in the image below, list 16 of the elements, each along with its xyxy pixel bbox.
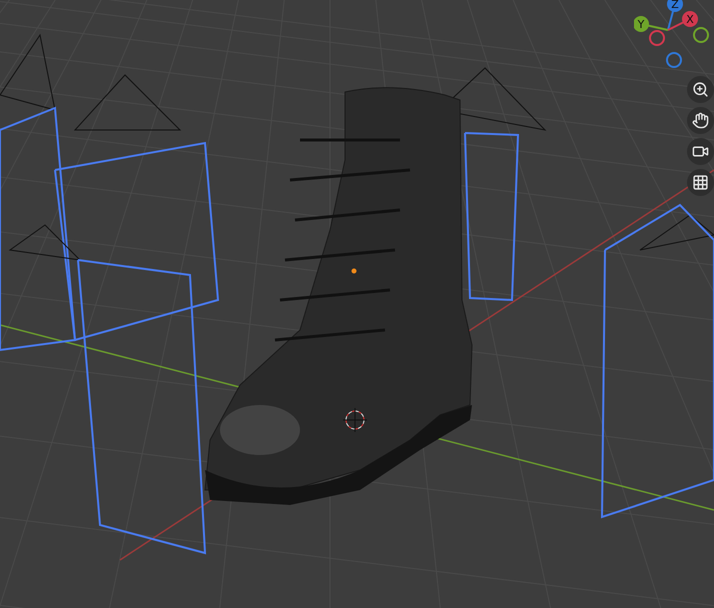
3d-cursor-icon <box>342 408 368 432</box>
axis-ring-handle[interactable] <box>666 52 682 68</box>
axis-ring-handle[interactable] <box>649 30 665 46</box>
origin-point-icon <box>352 268 356 274</box>
hand-icon <box>692 112 709 129</box>
axis-handle[interactable]: Y <box>634 16 649 32</box>
zoom-button[interactable] <box>687 76 714 103</box>
axis-ring-handle[interactable] <box>693 27 709 43</box>
axis-handle[interactable]: Z <box>667 0 683 12</box>
pan-button[interactable] <box>687 107 714 134</box>
projection-toggle-button[interactable] <box>687 169 714 196</box>
grid-icon <box>692 174 709 191</box>
camera-view-button[interactable] <box>687 138 714 165</box>
zoom-icon <box>692 81 709 98</box>
axis-handle[interactable]: X <box>682 11 698 27</box>
3d-viewport[interactable]: Z Y X <box>0 0 714 608</box>
